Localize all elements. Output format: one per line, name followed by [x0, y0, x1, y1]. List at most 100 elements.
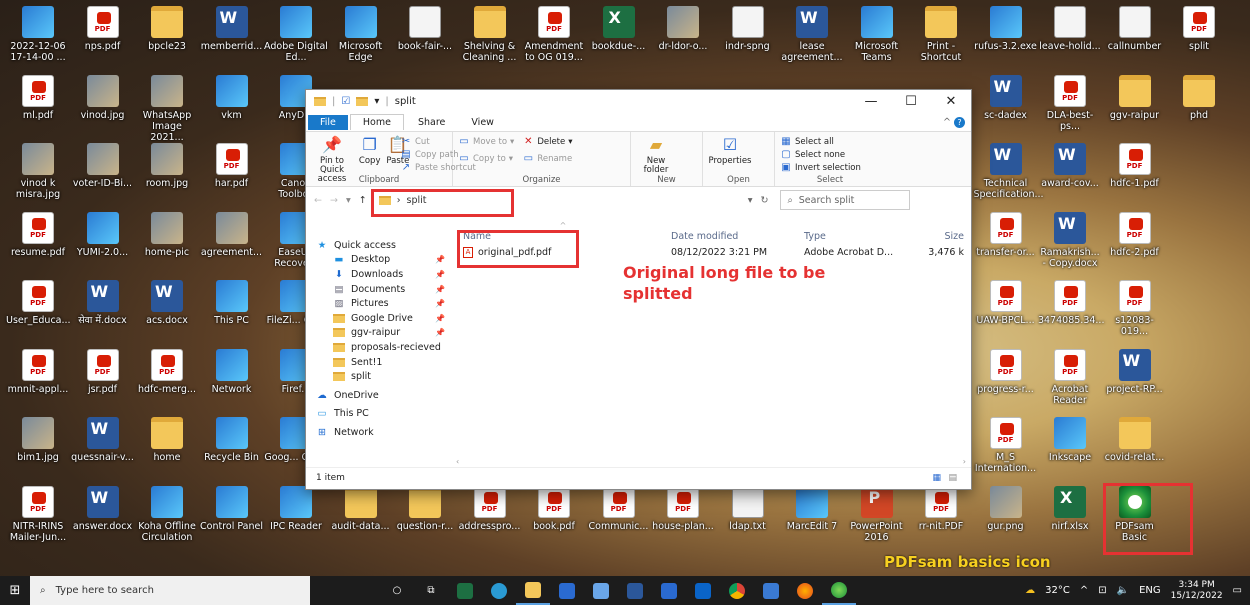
- edge-taskbar-icon[interactable]: [482, 576, 516, 605]
- nav-item[interactable]: Sent!1: [306, 355, 451, 370]
- desktop-icon-file[interactable]: vkm: [200, 74, 264, 121]
- desktop-icon-file[interactable]: har.pdf: [200, 143, 264, 189]
- navigation-pane[interactable]: ★ Quick access ▬ Desktop 📌 ⬇ Downloads 📌 ▤ Docume…: [306, 238, 451, 468]
- file-explorer-window[interactable]: | ☑ ▾ | split — ☐ ✕ File Home Share View…: [305, 89, 972, 490]
- desktop-icon-file[interactable]: vinod.jpg: [71, 74, 135, 121]
- select-none-button[interactable]: ▢ Select none: [780, 148, 880, 161]
- pin-icon[interactable]: 📌: [435, 270, 445, 279]
- move-to-button[interactable]: ▭ Move to ▾: [458, 135, 514, 148]
- nav-item[interactable]: ★ Quick access: [306, 238, 451, 253]
- language-text[interactable]: ENG: [1139, 585, 1161, 596]
- desktop-icon-file[interactable]: ldap.txt: [716, 485, 780, 532]
- desktop-icon-file[interactable]: YUMI-2.0...: [71, 211, 135, 258]
- column-size[interactable]: Size: [904, 231, 964, 242]
- copy-to-button[interactable]: ▭ Copy to ▾: [458, 152, 514, 165]
- desktop-icon-file[interactable]: 3474085.34...: [1038, 280, 1104, 326]
- desktop-icon-file[interactable]: leave-holid...: [1038, 6, 1102, 52]
- desktop-icon-file[interactable]: NITR-IRINS Mailer-Jun...: [6, 485, 70, 543]
- desktop-icon-file[interactable]: vinod k misra.jpg: [6, 143, 70, 200]
- nav-item[interactable]: ▬ Desktop 📌: [306, 253, 451, 268]
- desktop-icon-file[interactable]: nirf.xlsx: [1038, 485, 1102, 532]
- windows-start-icon[interactable]: ⊞: [0, 583, 30, 598]
- desktop-icon-folder[interactable]: phd: [1167, 74, 1231, 121]
- word-taskbar-icon[interactable]: [618, 576, 652, 605]
- nav-item[interactable]: ▭ This PC: [306, 407, 451, 422]
- desktop-icon-file[interactable]: ml.pdf: [6, 74, 70, 121]
- desktop-icon-file[interactable]: Communic...: [587, 485, 651, 532]
- address-dropdown-icon[interactable]: ▾: [748, 195, 753, 206]
- nav-item[interactable]: proposals-recieved: [306, 340, 451, 355]
- nav-item[interactable]: ⊞ Network: [306, 425, 451, 440]
- desktop-icon-file[interactable]: Technical Specification...: [974, 143, 1044, 200]
- delete-button[interactable]: ✕ Delete ▾: [522, 135, 572, 148]
- desktop-icon-file[interactable]: Network: [200, 348, 264, 395]
- help-icon[interactable]: ?: [954, 116, 965, 128]
- desktop-icon-folder[interactable]: Shelving & Cleaning ...: [458, 6, 522, 63]
- select-all-button[interactable]: ▦ Select all: [780, 135, 880, 148]
- desktop-icon-file[interactable]: rufus-3.2.exe: [974, 6, 1038, 52]
- desktop-icon-file[interactable]: Control Panel: [200, 485, 264, 532]
- file-explorer-taskbar-icon[interactable]: [516, 576, 550, 605]
- desktop-icon-file[interactable]: This PC: [200, 280, 264, 326]
- app2-taskbar-icon[interactable]: [754, 576, 788, 605]
- nav-item[interactable]: ⬇ Downloads 📌: [306, 267, 451, 282]
- desktop-icon-file[interactable]: bim1.jpg: [6, 417, 70, 463]
- forward-icon[interactable]: →: [330, 195, 338, 206]
- refresh-icon[interactable]: ↻: [760, 195, 768, 206]
- notification-icon[interactable]: ▭: [1233, 585, 1242, 596]
- desktop-icon-folder[interactable]: covid-relat...: [1103, 417, 1167, 463]
- desktop-icon-file[interactable]: DLA-best-ps...: [1038, 74, 1102, 132]
- new-folder-button[interactable]: ▰ New folder: [636, 135, 676, 175]
- desktop-icon-file[interactable]: addresspro...: [458, 485, 522, 532]
- desktop-icon-file[interactable]: Adobe Digital Ed...: [264, 6, 328, 63]
- tab-home[interactable]: Home: [349, 114, 404, 130]
- up-icon[interactable]: ↑: [359, 195, 367, 206]
- desktop-icon-file[interactable]: IPC Reader: [264, 485, 328, 532]
- desktop-icon-file[interactable]: bookdue-...: [587, 6, 651, 52]
- column-date[interactable]: Date modified: [671, 231, 804, 242]
- volume-icon[interactable]: 🔈: [1117, 585, 1129, 596]
- desktop-icon-file[interactable]: User_Educa...: [6, 280, 71, 326]
- desktop-icon-file[interactable]: Microsoft Edge: [329, 6, 393, 63]
- ribbon-help[interactable]: ^ ?: [931, 115, 971, 130]
- desktop-icon-folder[interactable]: audit-data...: [329, 485, 393, 532]
- rename-button[interactable]: ▭ Rename: [522, 152, 573, 165]
- temperature-text[interactable]: 32°C: [1045, 585, 1070, 596]
- tab-view[interactable]: View: [459, 115, 506, 130]
- scroll-right-icon[interactable]: ›: [963, 457, 966, 466]
- desktop-icon-file[interactable]: Acrobat Reader: [1038, 348, 1102, 406]
- weather-icon[interactable]: ☁: [1025, 585, 1035, 596]
- desktop-icon-file[interactable]: MarcEdit 7: [780, 485, 844, 532]
- desktop-icon-file[interactable]: answer.docx: [71, 485, 135, 532]
- pin-icon[interactable]: 📌: [435, 314, 445, 323]
- desktop-icon-file[interactable]: voter-ID-Bi...: [71, 143, 135, 189]
- desktop-icon-file[interactable]: transfer-or...: [974, 211, 1038, 258]
- title-bar[interactable]: | ☑ ▾ | split — ☐ ✕: [306, 90, 971, 113]
- desktop-icon-file[interactable]: WhatsApp Image 2021...: [135, 74, 199, 143]
- clock[interactable]: 3:34 PM 15/12/2022: [1171, 580, 1223, 602]
- new-folder-quick-icon[interactable]: [356, 97, 369, 106]
- properties-button[interactable]: ☑ Properties: [708, 135, 752, 166]
- recent-chevron-icon[interactable]: ▾: [346, 195, 351, 206]
- invert-selection-button[interactable]: ▣ Invert selection: [780, 161, 880, 174]
- desktop-icon-file[interactable]: house-plan...: [651, 485, 715, 532]
- desktop-icon-file[interactable]: rr-nit.PDF: [909, 485, 973, 532]
- desktop-icon-file[interactable]: home-pic: [135, 211, 199, 258]
- details-view-icon[interactable]: ▦: [932, 473, 941, 483]
- desktop-icon-file[interactable]: Inkscape: [1038, 417, 1102, 463]
- maximize-button[interactable]: ☐: [891, 90, 931, 113]
- desktop-icon-file[interactable]: book-fair-...: [393, 6, 457, 52]
- desktop-icon-file[interactable]: mnnit-appl...: [6, 348, 70, 395]
- chrome-taskbar-icon[interactable]: [720, 576, 754, 605]
- desktop-icon-file[interactable]: callnumber: [1103, 6, 1167, 52]
- nav-item[interactable]: ▨ Pictures 📌: [306, 296, 451, 311]
- desktop-icon-folder[interactable]: ggv-raipur: [1103, 74, 1167, 121]
- back-icon[interactable]: ←: [314, 195, 322, 206]
- scroll-left-icon[interactable]: ‹: [456, 457, 459, 466]
- large-icons-view-icon[interactable]: ▤: [948, 473, 957, 483]
- desktop-icon-file[interactable]: s12083-019...: [1103, 280, 1167, 337]
- desktop-icon-folder[interactable]: question-r...: [393, 485, 457, 532]
- chevron-up-icon[interactable]: ^: [1080, 585, 1088, 596]
- taskbar-search[interactable]: ⌕ Type here to search: [30, 576, 310, 605]
- excel-taskbar-icon[interactable]: [448, 576, 482, 605]
